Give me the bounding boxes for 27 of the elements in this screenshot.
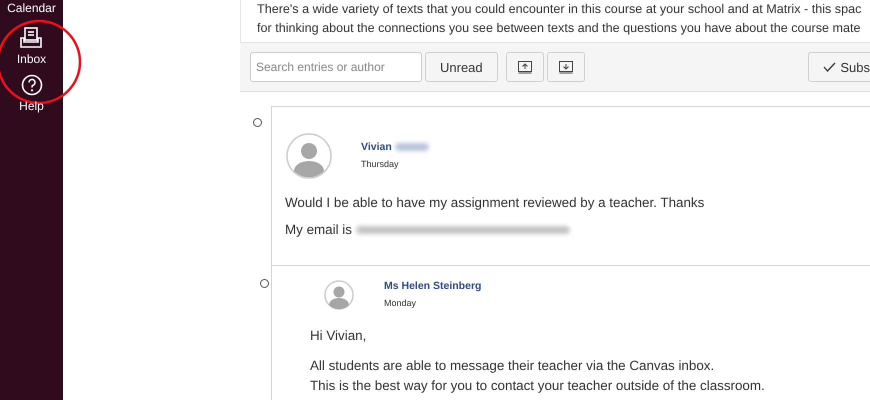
nav-link[interactable]: Calendar (7, 1, 56, 15)
collapse-button[interactable] (506, 52, 544, 82)
post-text: Hi Vivian, (310, 327, 366, 345)
subscribe-button[interactable]: Subs (808, 52, 870, 82)
check-icon (823, 62, 836, 72)
unread-indicator[interactable] (253, 118, 262, 127)
post-text: My email is (285, 222, 352, 237)
download-icon (558, 60, 573, 74)
post-date: Thursday (361, 159, 400, 169)
post-text: Would I be able to have my assignment reviewed by a teacher. Thanks (285, 195, 704, 210)
upload-icon (518, 60, 532, 74)
expand-button[interactable] (546, 52, 585, 82)
unread-button[interactable]: Unread (425, 52, 498, 82)
unread-indicator[interactable] (260, 279, 269, 288)
intro-text: for thinking about the connections you see between texts and the questions you have about the course mate (257, 20, 862, 37)
author-link[interactable]: Vivian (361, 141, 392, 153)
author-link[interactable]: Ms Helen Steinberg (384, 280, 482, 292)
inbox-icon[interactable] (19, 27, 44, 49)
avatar-icon (324, 280, 354, 310)
nav-link[interactable]: Inbox (16, 52, 46, 66)
post-date: Monday (384, 298, 418, 308)
nav-link[interactable]: Help (19, 99, 44, 113)
help-icon[interactable] (20, 74, 42, 96)
intro-text: There's a wide variety of texts that you could encounter in this course at your school and at Matrix - this spac (257, 1, 862, 18)
search-field[interactable]: Search entries or author (250, 52, 422, 82)
avatar-icon (286, 133, 332, 179)
post-text: All students are able to message their teacher via the Canvas inbox. This is the best way for you to contact your teacher outside of the classroom. (310, 357, 765, 395)
